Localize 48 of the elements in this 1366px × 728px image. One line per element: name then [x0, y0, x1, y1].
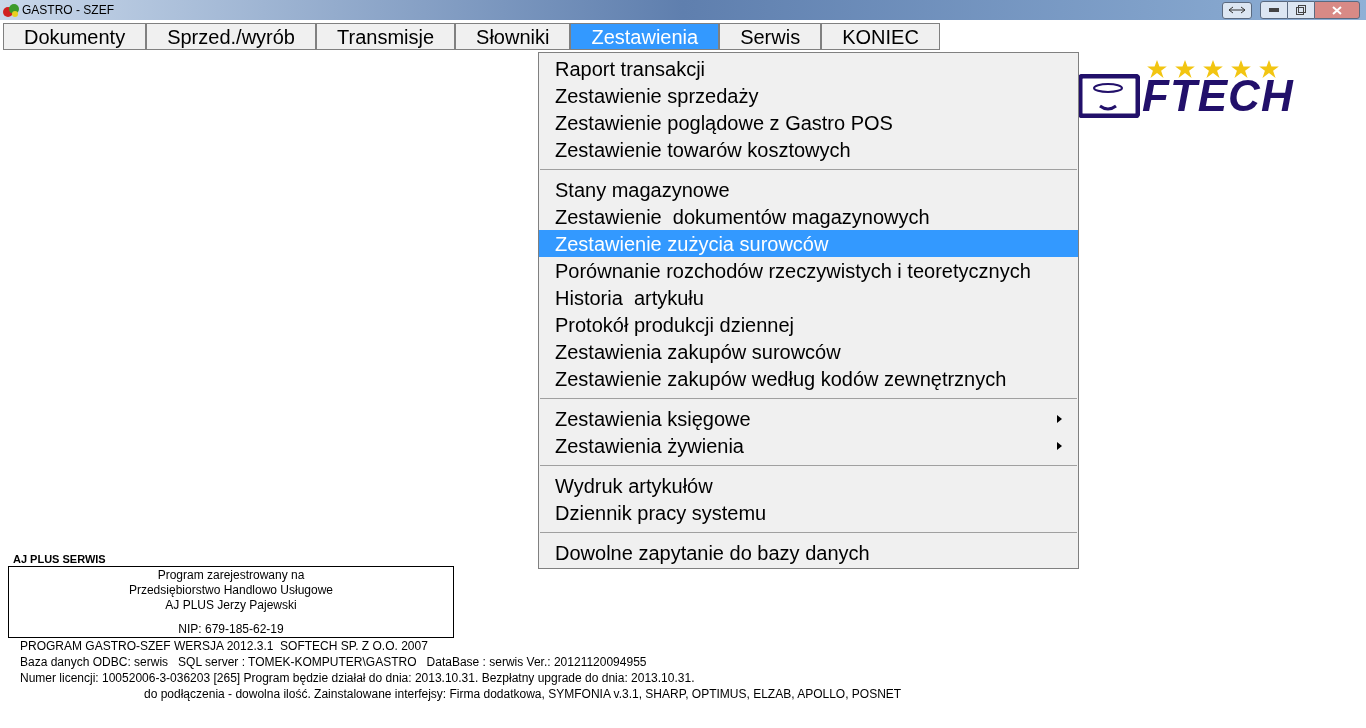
registration-line: AJ PLUS Jerzy Pajewski [165, 598, 297, 613]
menu-item[interactable]: Dziennik pracy systemu [539, 499, 1078, 526]
resize-button[interactable] [1222, 1, 1252, 19]
logo-text: FTECH [1142, 74, 1294, 118]
menu-tab[interactable]: Serwis [719, 23, 822, 50]
minimize-button[interactable] [1260, 1, 1288, 19]
menu-item[interactable]: Stany magazynowe [539, 176, 1078, 203]
star-icon [1174, 60, 1196, 78]
menu-tab[interactable]: Słowniki [455, 23, 571, 50]
close-button[interactable] [1314, 1, 1360, 19]
double-arrow-icon [1228, 6, 1246, 14]
info-line: PROGRAM GASTRO-SZEF WERSJA 2012.3.1 SOFTECH SP. Z O.O. 2007 [20, 638, 429, 654]
registration-line: Przedsiębiorstwo Handlowo Usługowe [128, 583, 334, 598]
chef-logo-icon [1078, 74, 1140, 118]
restore-icon [1296, 5, 1306, 15]
maximize-button[interactable] [1288, 1, 1314, 19]
menu-item[interactable]: Zestawienie poglądowe z Gastro POS [539, 109, 1078, 136]
menu-item[interactable]: Zestawienie sprzedaży [539, 82, 1078, 109]
menu-item[interactable]: Wydruk artykułów [539, 472, 1078, 499]
menu-tab[interactable]: KONIEC [821, 23, 940, 50]
menu-item[interactable]: Zestawienie zakupów według kodów zewnętrznych [539, 365, 1078, 392]
minimize-icon [1269, 8, 1279, 12]
menu-item[interactable]: Zestawienia żywienia [539, 432, 1078, 459]
menu-item[interactable]: Dowolne zapytanie do bazy danych [539, 539, 1078, 566]
close-icon [1332, 5, 1342, 15]
star-icon [1146, 60, 1168, 78]
company-heading: AJ PLUS SERWIS [13, 553, 106, 566]
registration-line: Program zarejestrowany na [157, 568, 305, 583]
info-line: Numer licencji: 10052006-3-036203 [265] Program będzie działał do dnia: 2013.10.31. Bezpłatny upgrade do dnia: 2013.10.31. [20, 670, 696, 686]
star-icon [1202, 60, 1224, 78]
menu-item[interactable]: Zestawienia zakupów surowców [539, 338, 1078, 365]
nip-number: NIP: 679-185-62-19 [178, 622, 284, 637]
star-icon [1230, 60, 1252, 78]
menu-item[interactable]: Raport transakcji [539, 55, 1078, 82]
menu-tab[interactable]: Dokumenty [3, 23, 147, 50]
window-title: GASTRO - SZEF [22, 2, 114, 19]
menu-item[interactable]: Zestawienia księgowe [539, 405, 1078, 432]
app-icon [2, 2, 20, 18]
menu-item[interactable]: Historia artykułu [539, 284, 1078, 311]
menu-item[interactable]: Protokół produkcji dziennej [539, 311, 1078, 338]
menu-item[interactable]: Porównanie rozchodów rzeczywistych i teoretycznych [539, 257, 1078, 284]
info-line: Baza danych ODBC: serwis SQL server : TOMEK-KOMPUTER\GASTRO DataBase : serwis Ver.: 20121120094955 [20, 654, 648, 670]
star-icon [1258, 60, 1280, 78]
menu-tab[interactable]: Sprzed./wyrób [146, 23, 316, 50]
menu-tab[interactable]: Transmisje [316, 23, 456, 50]
info-line: do podłączenia - dowolna ilość. Zainstalowane interfejsy: Firma dodatkowa, SYMFONIA v.3.1, SHARP, OPTIMUS, ELZAB, APOLLO, POSNET [144, 686, 902, 702]
menu-item[interactable]: Zestawienie towarów kosztowych [539, 136, 1078, 163]
menu-item[interactable]: Zestawienie dokumentów magazynowych [539, 203, 1078, 230]
